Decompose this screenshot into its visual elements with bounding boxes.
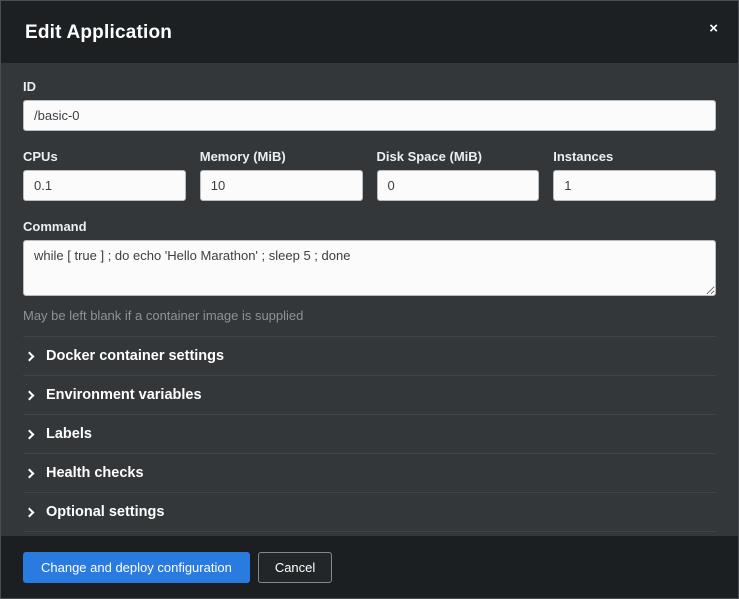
id-label: ID: [23, 79, 716, 94]
chevron-right-icon: [25, 390, 35, 400]
command-label: Command: [23, 219, 716, 234]
chevron-right-icon: [25, 507, 35, 517]
chevron-right-icon: [25, 468, 35, 478]
section-label: Environment variables: [46, 387, 202, 403]
section-health-checks[interactable]: Health checks: [23, 453, 716, 492]
cpus-field: CPUs: [23, 149, 186, 201]
command-field: Command while [ true ] ; do echo 'Hello …: [23, 219, 716, 323]
cancel-button[interactable]: Cancel: [258, 552, 332, 583]
collapsible-sections: Docker container settings Environment va…: [23, 336, 716, 532]
resources-row: CPUs Memory (MiB) Disk Space (MiB) Insta…: [23, 149, 716, 201]
section-label: Health checks: [46, 465, 144, 481]
modal-body: ID CPUs Memory (MiB) Disk Space (MiB) In…: [1, 63, 738, 536]
modal-header: Edit Application ×: [1, 1, 738, 63]
cpus-label: CPUs: [23, 149, 186, 164]
change-and-deploy-button[interactable]: Change and deploy configuration: [23, 552, 250, 583]
modal-footer: Change and deploy configuration Cancel: [1, 536, 738, 598]
instances-label: Instances: [553, 149, 716, 164]
disk-input[interactable]: [377, 170, 540, 201]
section-optional-settings[interactable]: Optional settings: [23, 492, 716, 531]
section-docker-container-settings[interactable]: Docker container settings: [23, 336, 716, 375]
chevron-right-icon: [25, 429, 35, 439]
section-label: Labels: [46, 426, 92, 442]
disk-field: Disk Space (MiB): [377, 149, 540, 201]
instances-input[interactable]: [553, 170, 716, 201]
instances-field: Instances: [553, 149, 716, 201]
modal-title: Edit Application: [25, 22, 714, 44]
command-help-text: May be left blank if a container image i…: [23, 308, 716, 323]
memory-input[interactable]: [200, 170, 363, 201]
section-environment-variables[interactable]: Environment variables: [23, 375, 716, 414]
id-field: ID: [23, 79, 716, 131]
edit-application-modal: Edit Application × ID CPUs Memory (MiB) …: [0, 0, 739, 599]
command-textarea[interactable]: while [ true ] ; do echo 'Hello Marathon…: [23, 240, 716, 296]
section-labels[interactable]: Labels: [23, 414, 716, 453]
memory-field: Memory (MiB): [200, 149, 363, 201]
close-icon[interactable]: ×: [703, 17, 724, 40]
section-label: Docker container settings: [46, 348, 224, 364]
disk-label: Disk Space (MiB): [377, 149, 540, 164]
chevron-right-icon: [25, 351, 35, 361]
id-input[interactable]: [23, 100, 716, 131]
memory-label: Memory (MiB): [200, 149, 363, 164]
section-label: Optional settings: [46, 504, 164, 520]
cpus-input[interactable]: [23, 170, 186, 201]
